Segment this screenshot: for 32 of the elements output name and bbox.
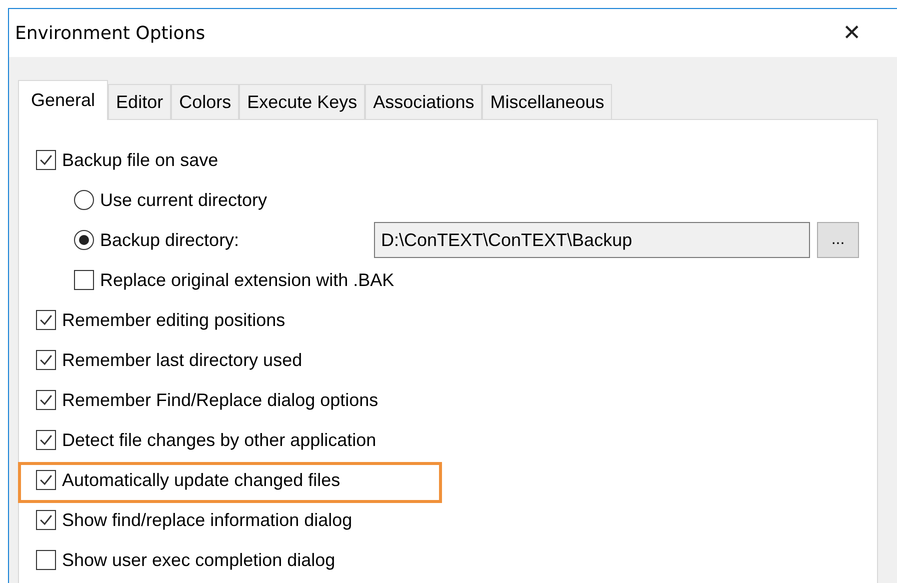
- checkbox[interactable]: [36, 550, 56, 570]
- tab[interactable]: Colors: [171, 84, 240, 119]
- checkbox-label: Replace original extension with .BAK: [100, 270, 394, 290]
- checkbox-label: Remember Find/Replace dialog options: [62, 390, 378, 410]
- radio-label: Backup directory:: [100, 230, 240, 250]
- checkbox-label: Backup file on save: [62, 150, 218, 170]
- checkbox[interactable]: [36, 430, 56, 450]
- checkbox[interactable]: [36, 310, 56, 330]
- checkbox[interactable]: [74, 270, 94, 290]
- window-title: Environment Options: [15, 22, 206, 44]
- tab[interactable]: Associations: [365, 84, 482, 119]
- checkbox[interactable]: [36, 470, 56, 490]
- checkbox-label: Show user exec completion dialog: [62, 550, 336, 570]
- checkbox-label: Show find/replace information dialog: [62, 510, 352, 530]
- close-button[interactable]: ✕: [836, 20, 867, 46]
- tab[interactable]: Miscellaneous: [482, 84, 612, 119]
- radio-button[interactable]: [74, 190, 94, 210]
- checkbox-label: Remember editing positions: [62, 310, 286, 330]
- checkbox[interactable]: [36, 510, 56, 530]
- tab[interactable]: Execute Keys: [239, 84, 366, 119]
- checkbox-label: Automatically update changed files: [62, 470, 340, 490]
- tab[interactable]: Editor: [108, 84, 172, 119]
- radio-button[interactable]: [74, 230, 94, 250]
- radio-label: Use current directory: [100, 190, 268, 210]
- browse-button[interactable]: ...: [817, 222, 859, 258]
- checkbox[interactable]: [36, 150, 56, 170]
- checkbox-label: Remember last directory used: [62, 350, 302, 370]
- tab[interactable]: General: [18, 80, 108, 120]
- checkbox[interactable]: [36, 390, 56, 410]
- checkbox-label: Detect file changes by other application: [62, 430, 376, 450]
- directory-field[interactable]: D:\ConTEXT\ConTEXT\Backup: [374, 222, 810, 258]
- checkbox[interactable]: [36, 350, 56, 370]
